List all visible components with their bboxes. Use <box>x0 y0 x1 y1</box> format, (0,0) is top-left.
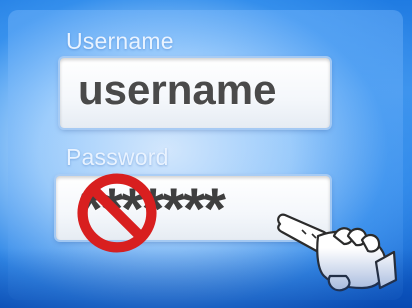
username-label: Username <box>66 28 174 54</box>
username-field[interactable]: username <box>60 58 330 128</box>
password-label: Password <box>66 144 169 170</box>
login-scene: Username username Password ******* <box>0 0 412 308</box>
prohibition-icon <box>77 173 157 253</box>
bottom-gradient <box>0 248 412 308</box>
username-value: username <box>78 66 277 113</box>
